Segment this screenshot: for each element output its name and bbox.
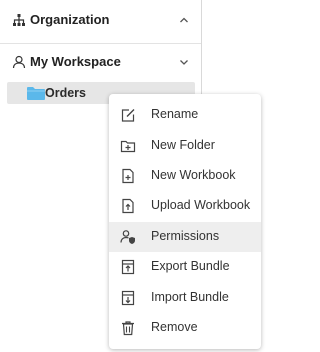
import-bundle-icon — [121, 290, 135, 306]
workspace-label: My Workspace — [30, 54, 121, 69]
menu-item-label: Permissions — [151, 229, 220, 243]
organization-label: Organization — [30, 12, 110, 27]
menu-item-export-bundle[interactable]: Export Bundle — [109, 252, 261, 282]
context-menu: Rename New Folder New Workbook Upload Wo… — [109, 94, 261, 349]
menu-item-upload-workbook[interactable]: Upload Workbook — [109, 191, 261, 221]
menu-item-label: Import Bundle — [151, 290, 229, 304]
chevron-up-icon[interactable] — [178, 15, 190, 25]
menu-item-new-folder[interactable]: New Folder — [109, 131, 261, 161]
rename-icon — [121, 109, 135, 122]
menu-item-rename[interactable]: Rename — [109, 100, 261, 130]
workspace-section-header[interactable]: My Workspace — [0, 44, 201, 80]
menu-item-import-bundle[interactable]: Import Bundle — [109, 283, 261, 313]
menu-item-label: Upload Workbook — [151, 198, 251, 212]
tree-item-label: Orders — [45, 86, 86, 100]
organization-section-header[interactable]: Organization — [0, 2, 201, 38]
new-folder-icon — [120, 140, 136, 153]
folder-icon — [27, 87, 45, 100]
export-bundle-icon — [121, 259, 135, 275]
menu-item-permissions[interactable]: Permissions — [109, 222, 261, 252]
menu-item-label: Rename — [151, 107, 199, 121]
menu-item-label: New Workbook — [151, 168, 236, 182]
trash-icon — [122, 321, 134, 336]
new-workbook-icon — [122, 168, 134, 184]
user-icon — [12, 55, 26, 69]
menu-item-label: New Folder — [151, 138, 215, 152]
menu-item-new-workbook[interactable]: New Workbook — [109, 161, 261, 191]
upload-workbook-icon — [122, 198, 134, 214]
hierarchy-icon — [13, 14, 25, 26]
chevron-down-icon[interactable] — [178, 57, 190, 67]
menu-item-label: Remove — [151, 320, 198, 334]
permissions-icon — [120, 230, 135, 244]
menu-item-remove[interactable]: Remove — [109, 313, 261, 343]
menu-item-label: Export Bundle — [151, 259, 230, 273]
